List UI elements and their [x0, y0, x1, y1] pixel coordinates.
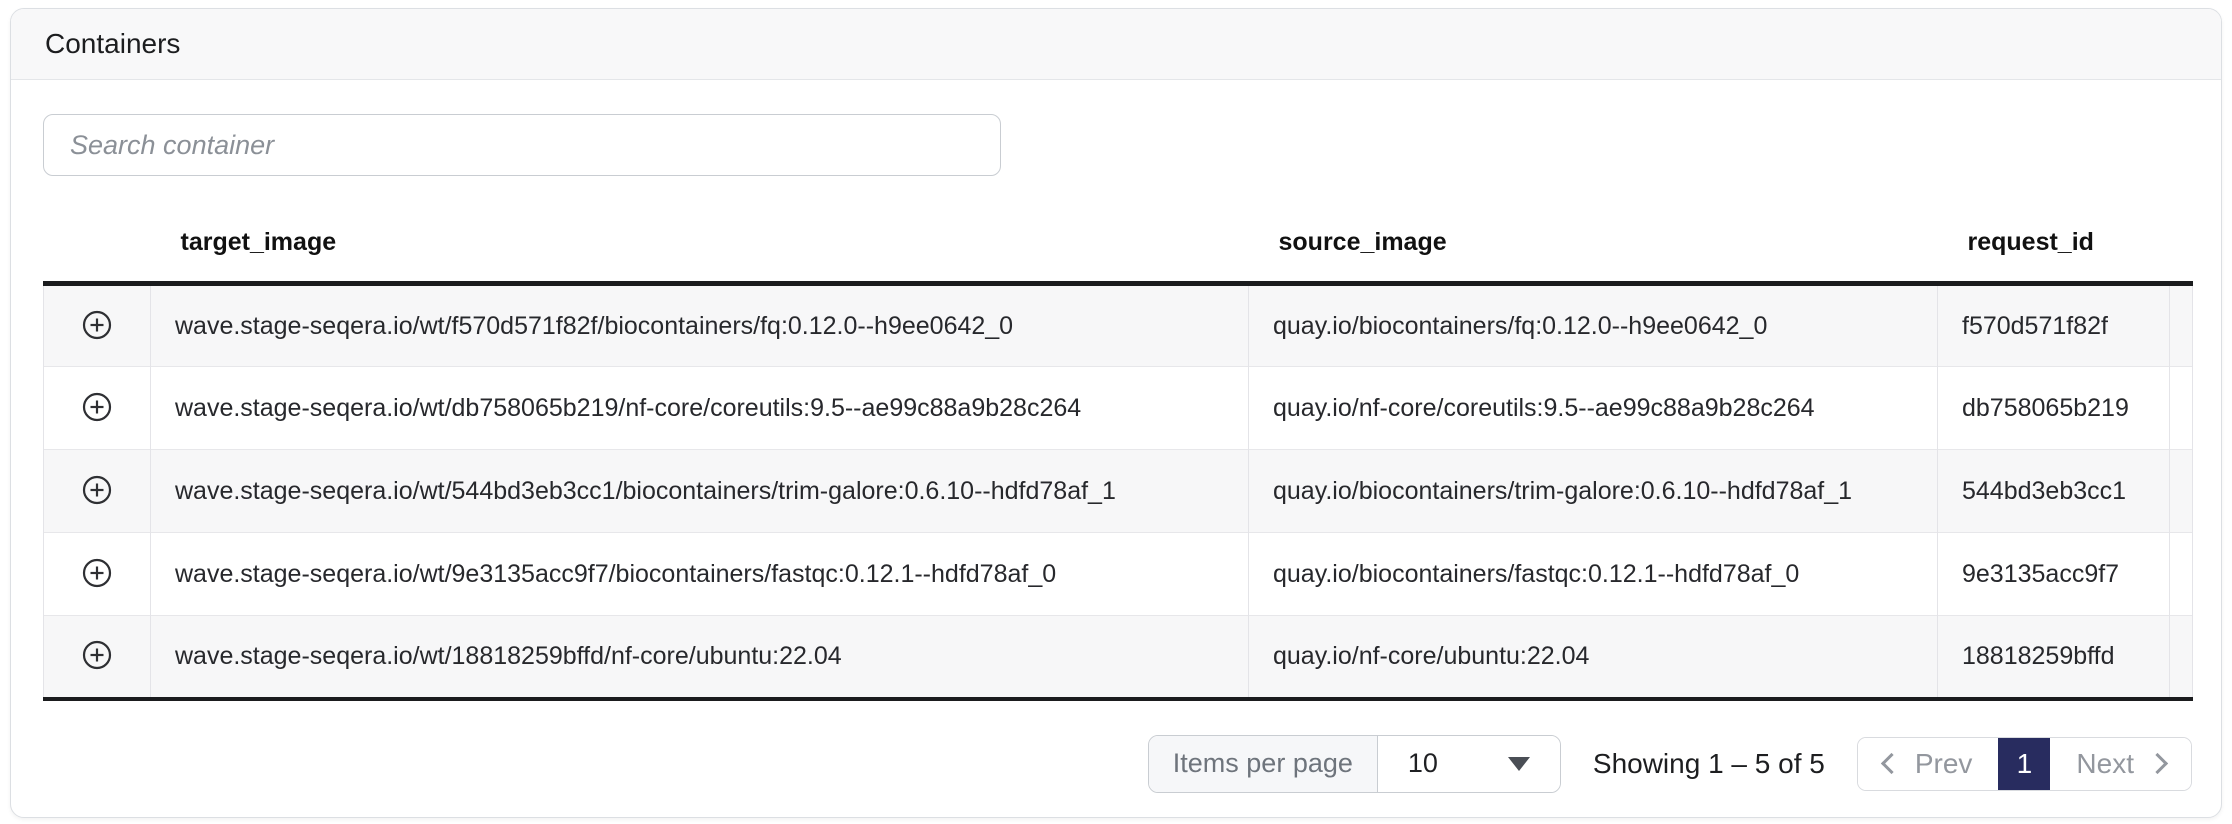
spacer-cell: [2170, 284, 2193, 367]
expand-row-button[interactable]: [77, 388, 117, 428]
table-row: wave.stage-seqera.io/wt/f570d571f82f/bio…: [44, 284, 2193, 367]
cell-request-id: 9e3135acc9f7: [1938, 533, 2170, 616]
expand-column-header: [44, 202, 151, 284]
plus-circle-icon: [81, 391, 113, 426]
column-header-request-id: request_id: [1938, 202, 2170, 284]
items-per-page-value: 10: [1408, 748, 1438, 779]
page-title: Containers: [45, 28, 180, 60]
expand-row-button[interactable]: [77, 554, 117, 594]
expand-row-button[interactable]: [77, 471, 117, 511]
expand-row-button[interactable]: [77, 636, 117, 676]
cell-source-image: quay.io/biocontainers/fq:0.12.0--h9ee064…: [1249, 284, 1938, 367]
spacer-cell: [2170, 616, 2193, 699]
items-per-page-group: Items per page 10: [1148, 735, 1561, 793]
next-page-button[interactable]: Next: [2050, 738, 2191, 790]
column-header-source-image: source_image: [1249, 202, 1938, 284]
showing-range-text: Showing 1 – 5 of 5: [1593, 748, 1825, 780]
cell-request-id: 544bd3eb3cc1: [1938, 450, 2170, 533]
cell-target-image: wave.stage-seqera.io/wt/db758065b219/nf-…: [151, 367, 1249, 450]
items-per-page-label: Items per page: [1149, 736, 1378, 792]
expand-cell: [44, 616, 151, 699]
spacer-column-header: [2170, 202, 2193, 284]
expand-cell: [44, 367, 151, 450]
current-page-button[interactable]: 1: [1998, 738, 2050, 790]
expand-cell: [44, 533, 151, 616]
table-row: wave.stage-seqera.io/wt/18818259bffd/nf-…: [44, 616, 2193, 699]
search-input[interactable]: [43, 114, 1001, 176]
cell-source-image: quay.io/biocontainers/trim-galore:0.6.10…: [1249, 450, 1938, 533]
cell-source-image: quay.io/nf-core/coreutils:9.5--ae99c88a9…: [1249, 367, 1938, 450]
plus-circle-icon: [81, 474, 113, 509]
table-footer: Items per page 10 Showing 1 – 5 of 5 Pre…: [43, 735, 2192, 793]
chevron-left-icon: [1881, 753, 1902, 774]
prev-page-button[interactable]: Prev: [1858, 738, 1999, 790]
cell-target-image: wave.stage-seqera.io/wt/9e3135acc9f7/bio…: [151, 533, 1249, 616]
items-per-page-select[interactable]: 10: [1378, 736, 1560, 792]
plus-circle-icon: [81, 309, 113, 344]
plus-circle-icon: [81, 557, 113, 592]
table-row: wave.stage-seqera.io/wt/9e3135acc9f7/bio…: [44, 533, 2193, 616]
table-row: wave.stage-seqera.io/wt/db758065b219/nf-…: [44, 367, 2193, 450]
column-header-target-image: target_image: [151, 202, 1249, 284]
prev-page-label: Prev: [1915, 748, 1973, 780]
cell-source-image: quay.io/biocontainers/fastqc:0.12.1--hdf…: [1249, 533, 1938, 616]
expand-cell: [44, 284, 151, 367]
expand-cell: [44, 450, 151, 533]
table-header-row: target_image source_image request_id: [44, 202, 2193, 284]
spacer-cell: [2170, 367, 2193, 450]
pagination-control: Prev 1 Next: [1857, 737, 2192, 791]
spacer-cell: [2170, 450, 2193, 533]
containers-table: target_image source_image request_id: [43, 202, 2193, 701]
expand-row-button[interactable]: [77, 306, 117, 346]
card-header: Containers: [11, 9, 2221, 80]
dropdown-caret-icon: [1508, 757, 1530, 771]
next-page-label: Next: [2076, 748, 2134, 780]
cell-source-image: quay.io/nf-core/ubuntu:22.04: [1249, 616, 1938, 699]
card-body: target_image source_image request_id: [11, 80, 2221, 793]
spacer-cell: [2170, 533, 2193, 616]
cell-request-id: db758065b219: [1938, 367, 2170, 450]
containers-card: Containers target_image source_image req…: [10, 8, 2222, 818]
plus-circle-icon: [81, 639, 113, 674]
cell-request-id: f570d571f82f: [1938, 284, 2170, 367]
cell-target-image: wave.stage-seqera.io/wt/544bd3eb3cc1/bio…: [151, 450, 1249, 533]
cell-target-image: wave.stage-seqera.io/wt/18818259bffd/nf-…: [151, 616, 1249, 699]
table-row: wave.stage-seqera.io/wt/544bd3eb3cc1/bio…: [44, 450, 2193, 533]
chevron-right-icon: [2147, 753, 2168, 774]
cell-request-id: 18818259bffd: [1938, 616, 2170, 699]
cell-target-image: wave.stage-seqera.io/wt/f570d571f82f/bio…: [151, 284, 1249, 367]
